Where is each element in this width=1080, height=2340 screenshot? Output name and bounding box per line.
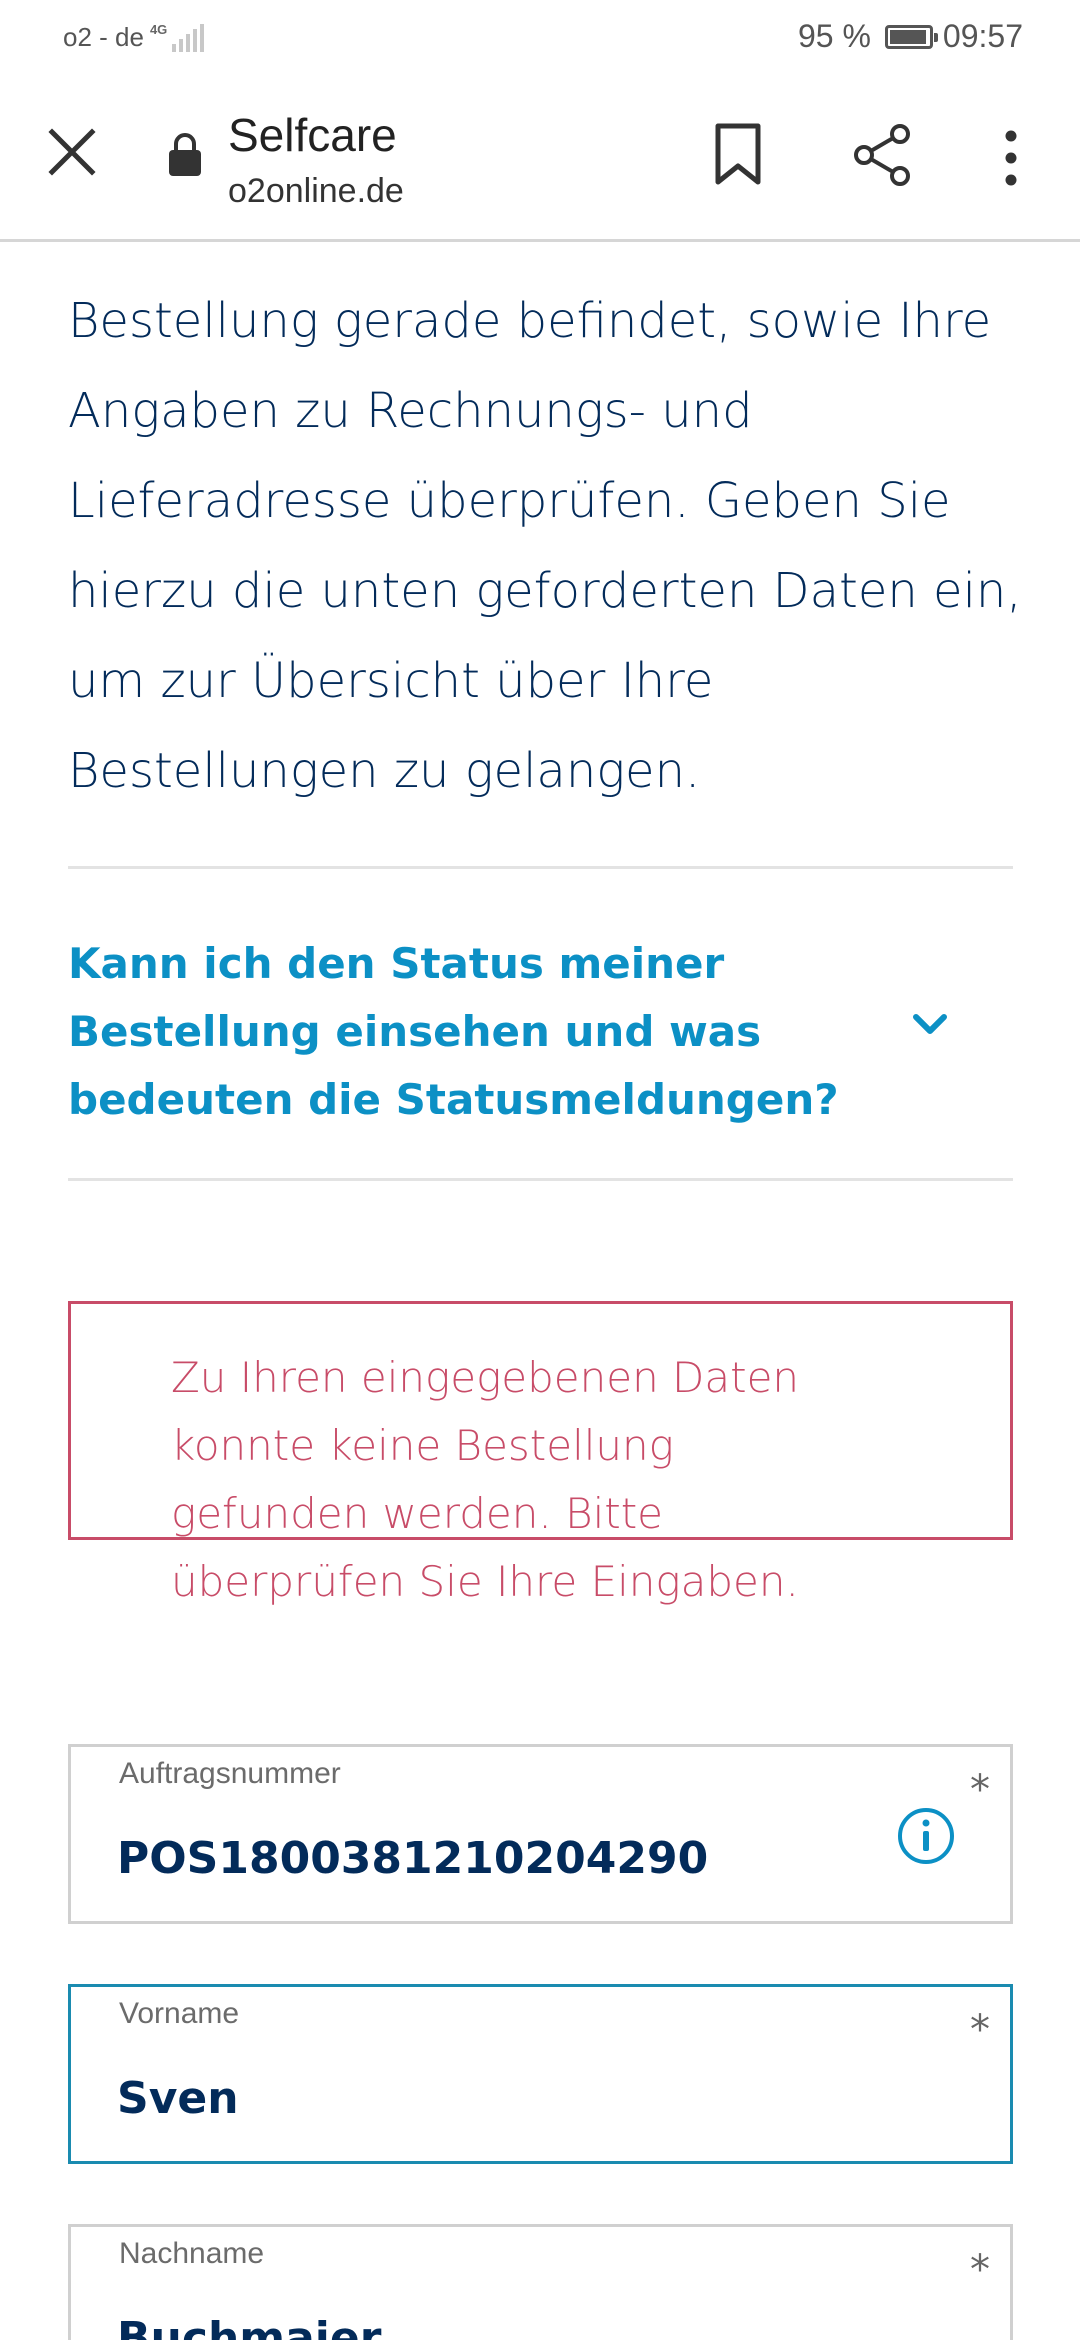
more-vert-icon[interactable]	[996, 128, 1026, 188]
intro-paragraph: Bestellung gerade befindet, sowie Ihre A…	[68, 293, 1022, 799]
first-name-label: Vorname	[119, 1997, 240, 2030]
status-right: 95 % 09:57	[798, 18, 1023, 55]
close-icon[interactable]	[42, 122, 102, 182]
required-asterisk: *	[970, 2007, 990, 2053]
battery-level	[889, 29, 927, 44]
battery-icon	[884, 24, 938, 49]
info-icon[interactable]	[895, 1805, 957, 1867]
chevron-down-icon[interactable]	[908, 1002, 952, 1046]
status-left: o2 - de 4G	[63, 22, 205, 53]
share-icon[interactable]	[850, 122, 914, 188]
first-name-field[interactable]: Vorname *	[68, 1984, 1013, 2164]
carrier-name: o2 - de	[63, 22, 144, 52]
faq-accordion-item[interactable]: Kann ich den Status meiner Bestellung ei…	[68, 930, 1013, 1124]
clock: 09:57	[942, 18, 1023, 54]
error-message: Zu Ihren eingegebenen Daten konnte keine…	[171, 1353, 800, 1606]
faq-question[interactable]: Kann ich den Status meiner Bestellung ei…	[68, 930, 888, 1134]
required-asterisk: *	[970, 1767, 990, 1813]
error-alert: Zu Ihren eingegebenen Daten konnte keine…	[68, 1301, 1013, 1606]
bookmark-icon[interactable]	[710, 122, 766, 186]
page-url[interactable]: o2online.de	[228, 172, 404, 211]
page-content: Bestellung gerade befindet, sowie Ihre A…	[0, 242, 1080, 2340]
order-number-field[interactable]: Auftragsnummer *	[68, 1744, 1013, 1924]
last-name-label: Nachname	[119, 2237, 265, 2270]
lock-icon[interactable]	[166, 132, 204, 178]
order-number-label: Auftragsnummer	[119, 1757, 341, 1790]
last-name-field[interactable]: Nachname *	[68, 2224, 1013, 2340]
order-number-input[interactable]	[117, 1833, 917, 1884]
browser-toolbar: Selfcare o2online.de	[0, 76, 1080, 242]
signal-icon: 4G	[149, 22, 205, 52]
network-type: 4G	[149, 22, 168, 37]
page-title[interactable]: Selfcare	[228, 108, 397, 162]
divider-bottom	[68, 1178, 1013, 1181]
first-name-input[interactable]	[117, 2073, 917, 2124]
battery-percent: 95 %	[797, 18, 871, 54]
required-asterisk: *	[970, 2247, 990, 2293]
status-bar: o2 - de 4G 95 % 09:57	[0, 0, 1080, 76]
divider-top	[68, 866, 1013, 869]
last-name-input[interactable]	[117, 2313, 917, 2340]
